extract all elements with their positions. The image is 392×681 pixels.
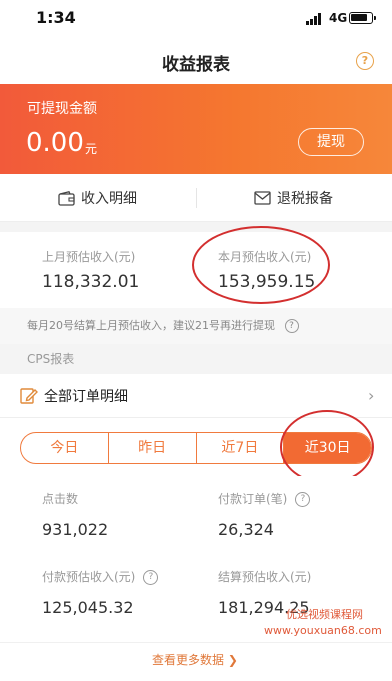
watermark-url: www.youxuan68.com	[264, 624, 382, 637]
paid-orders-value: 26,324	[218, 520, 274, 539]
tax-refund-label: 退税报备	[277, 191, 333, 207]
question-icon[interactable]: ?	[284, 319, 299, 333]
question-icon[interactable]: ?	[295, 492, 311, 507]
settle-est-label: 结算预估收入(元)	[218, 570, 312, 584]
paid-est-label-wrap: 付款预估收入(元)?	[42, 568, 159, 585]
network-type: 4G	[329, 11, 348, 25]
status-time: 1:34	[36, 8, 76, 27]
chevron-right-icon: ›	[368, 386, 375, 405]
clicks-value: 931,022	[42, 520, 109, 539]
paid-est-value: 125,045.32	[42, 598, 134, 617]
balance-unit: 元	[85, 142, 98, 156]
tab-today[interactable]: 今日	[21, 433, 109, 463]
nav-bar: 收益报表	[0, 38, 392, 84]
wallet-icon	[58, 190, 75, 206]
section-gap	[0, 222, 392, 232]
all-orders-label: 全部订单明细	[44, 389, 128, 405]
signal-icon	[306, 13, 324, 25]
page-title: 收益报表	[162, 55, 230, 75]
question-icon[interactable]: ?	[143, 570, 159, 585]
status-bar: 1:34 4G	[0, 0, 392, 38]
more-data-row: 查看更多数据 ❯	[0, 642, 392, 678]
settlement-notice: 每月20号结算上月预估收入，建议21号再进行提现 ?	[0, 308, 392, 344]
tab-yesterday[interactable]: 昨日	[109, 433, 197, 463]
notice-text: 每月20号结算上月预估收入，建议21号再进行提现	[27, 319, 275, 332]
help-icon[interactable]: ?	[356, 52, 374, 70]
income-detail-button[interactable]: 收入明细	[58, 174, 137, 222]
envelope-icon	[254, 191, 271, 205]
balance-amount: 0.00	[26, 128, 84, 158]
stats-panel: 点击数 931,022 付款订单(笔)? 26,324 付款预估收入(元)? 1…	[0, 476, 392, 626]
battery-icon	[349, 12, 376, 24]
paid-orders-label: 付款订单(笔)	[218, 492, 288, 506]
clicks-label: 点击数	[42, 492, 79, 506]
paid-orders-label-wrap: 付款订单(笔)?	[218, 490, 311, 507]
annotation-circle	[280, 410, 374, 484]
last-month-value: 118,332.01	[42, 272, 140, 292]
watermark-text: 优选视频课程网	[286, 608, 363, 621]
income-detail-label: 收入明细	[81, 191, 137, 207]
edit-icon	[20, 388, 38, 404]
balance-label: 可提现金额	[27, 101, 97, 117]
tab-7days[interactable]: 近7日	[197, 433, 285, 463]
more-data-link[interactable]: 查看更多数据 ❯	[152, 651, 238, 668]
action-row: 收入明细 退税报备	[0, 174, 392, 222]
withdraw-button[interactable]: 提现	[298, 128, 364, 156]
annotation-circle	[192, 226, 330, 304]
tax-refund-button[interactable]: 退税报备	[254, 174, 333, 222]
paid-est-label: 付款预估收入(元)	[42, 570, 136, 584]
last-month-label: 上月预估收入(元)	[42, 250, 136, 264]
action-divider	[196, 188, 197, 208]
cps-section-label: CPS报表	[0, 344, 392, 374]
